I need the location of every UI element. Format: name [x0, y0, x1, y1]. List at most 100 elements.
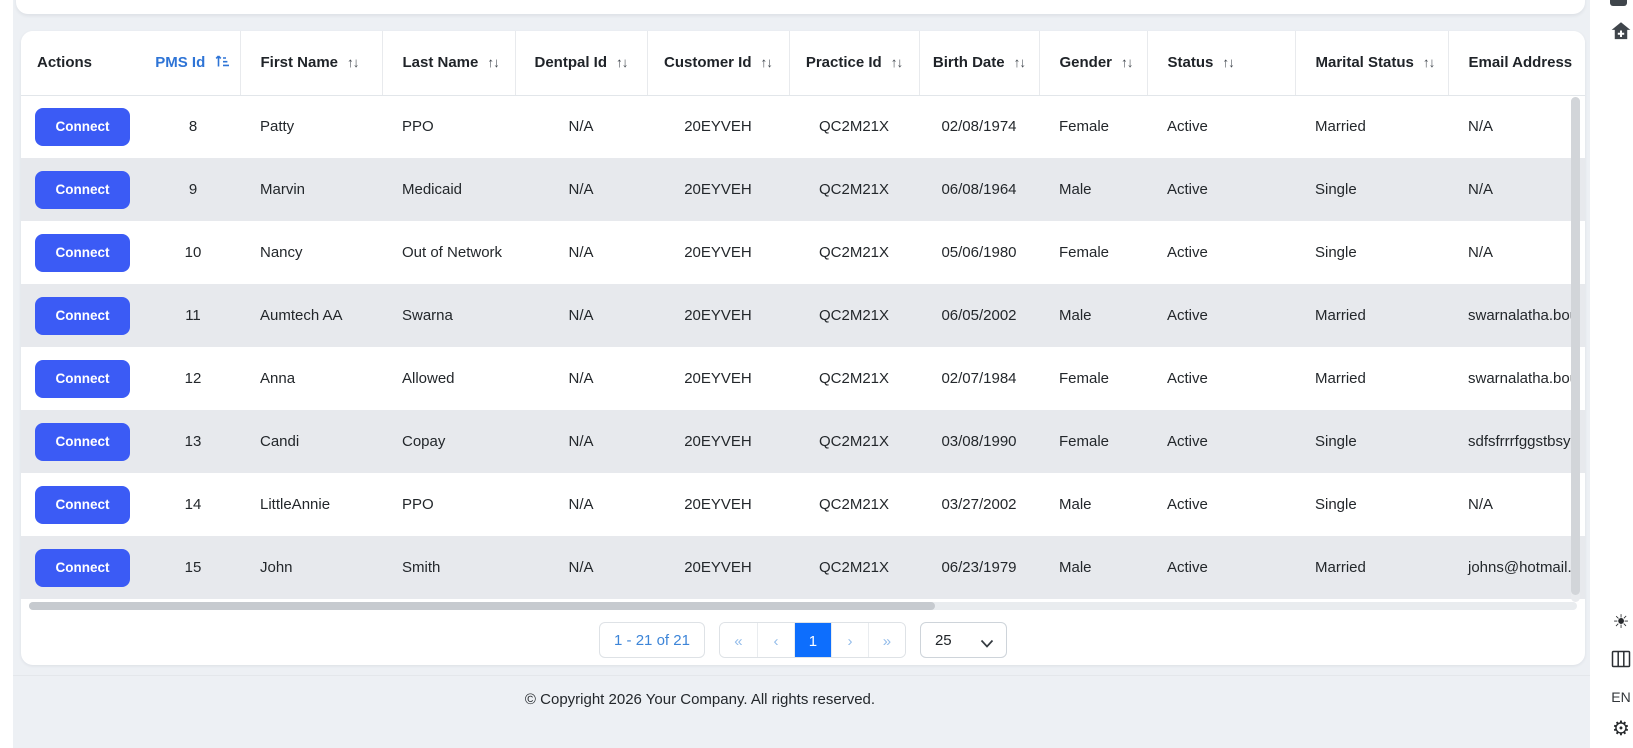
- cell-dentpal-id: N/A: [568, 244, 594, 261]
- cell-last-name: Swarna: [382, 284, 515, 347]
- column-label: Practice Id: [805, 54, 882, 72]
- connect-button[interactable]: Connect: [35, 296, 130, 335]
- cell-gender: Female: [1059, 370, 1110, 387]
- connect-button[interactable]: Connect: [35, 233, 130, 272]
- column-header-birth-date[interactable]: Birth Date ↑↓: [918, 31, 1039, 96]
- cell-customer-id: 20EYVEH: [684, 496, 752, 513]
- cell-first-name: Candi: [240, 410, 382, 473]
- cell-pms-id: 13: [146, 410, 240, 473]
- next-page-button[interactable]: ›: [830, 623, 868, 657]
- column-label: Dentpal Id: [534, 54, 607, 72]
- patients-table: Actions PMS Id First Name ↑↓ Last Name ↑…: [21, 31, 1585, 599]
- connect-button[interactable]: Connect: [35, 107, 130, 146]
- cell-dentpal-id: N/A: [568, 496, 594, 513]
- cell-pms-id: 10: [184, 244, 202, 261]
- cell-marital-status: Married: [1315, 370, 1366, 387]
- column-header-gender[interactable]: Gender ↑↓: [1038, 31, 1147, 96]
- sort-icon[interactable]: ↑↓: [761, 55, 773, 70]
- horizontal-scrollbar-thumb[interactable]: [29, 602, 935, 610]
- page-size-select[interactable]: 25: [919, 622, 1007, 658]
- patients-table-card: Actions PMS Id First Name ↑↓ Last Name ↑…: [21, 31, 1585, 665]
- sort-ascending-active-icon[interactable]: [214, 53, 230, 73]
- page-1-button[interactable]: 1: [793, 623, 831, 657]
- cell-email: N/A: [1448, 158, 1585, 221]
- connect-button[interactable]: Connect: [35, 170, 130, 209]
- chevron-down-icon: [980, 636, 994, 653]
- cell-dentpal-id: N/A: [515, 284, 647, 347]
- cell-first-name: LittleAnnie: [260, 496, 331, 513]
- left-sidebar-rail: [0, 0, 13, 748]
- horizontal-scrollbar[interactable]: [29, 602, 1577, 610]
- cell-status: Active: [1147, 536, 1295, 599]
- cell-gender: Female: [1059, 244, 1110, 261]
- column-header-last-name[interactable]: Last Name ↑↓: [381, 31, 515, 96]
- sort-icon[interactable]: ↑↓: [891, 55, 903, 70]
- partial-device-icon[interactable]: [1610, 0, 1627, 6]
- columns-icon[interactable]: [1606, 650, 1633, 673]
- cell-marital-status: Married: [1295, 536, 1448, 599]
- cell-actions: Connect: [21, 347, 146, 410]
- sort-icon[interactable]: ↑↓: [1014, 55, 1026, 70]
- table-row: Connect 10 Nancy Out of Network N/A 20EY…: [21, 221, 1585, 284]
- cell-gender: Male: [1039, 284, 1147, 347]
- connect-button[interactable]: Connect: [35, 422, 130, 461]
- column-header-status[interactable]: Status ↑↓: [1146, 31, 1295, 96]
- cell-last-name: PPO: [402, 118, 434, 136]
- column-label: Customer Id: [663, 54, 752, 72]
- cell-status: Active: [1147, 410, 1295, 473]
- connect-button[interactable]: Connect: [35, 485, 130, 524]
- cell-practice-id: QC2M21X: [818, 118, 890, 136]
- cell-last-name: PPO: [402, 496, 434, 513]
- cell-pms-id: 8: [188, 118, 198, 136]
- cell-practice-id: QC2M21X: [789, 284, 919, 347]
- cell-actions: Connect: [21, 95, 146, 158]
- first-page-button[interactable]: «: [719, 623, 757, 657]
- column-label: PMS Id: [155, 54, 206, 72]
- column-header-dentpal-id[interactable]: Dentpal Id ↑↓: [514, 31, 647, 96]
- column-header-pms-id[interactable]: PMS Id: [146, 31, 240, 96]
- previous-page-button[interactable]: ‹: [756, 623, 794, 657]
- cell-email: swarnalatha.bou: [1448, 284, 1585, 347]
- connect-button[interactable]: Connect: [35, 359, 130, 398]
- cell-practice-id: QC2M21X: [818, 370, 890, 387]
- column-header-customer-id[interactable]: Customer Id ↑↓: [646, 31, 789, 96]
- column-header-email-address: Email Address: [1447, 31, 1585, 96]
- language-toggle[interactable]: EN: [1606, 689, 1633, 705]
- cell-gender: Male: [1039, 158, 1147, 221]
- cell-email: N/A: [1468, 118, 1494, 136]
- home-add-icon[interactable]: [1606, 20, 1633, 47]
- last-page-button[interactable]: »: [867, 623, 905, 657]
- vertical-scrollbar[interactable]: [1571, 97, 1580, 602]
- cell-birth-date: 05/06/1980: [941, 244, 1017, 261]
- column-label: Actions: [37, 54, 93, 72]
- theme-light-icon[interactable]: ☀: [1606, 613, 1633, 633]
- sort-icon[interactable]: ↑↓: [1121, 55, 1133, 70]
- sort-icon[interactable]: ↑↓: [616, 55, 628, 70]
- column-label: Status: [1167, 54, 1214, 72]
- column-header-first-name[interactable]: First Name ↑↓: [239, 31, 382, 96]
- cell-customer-id: 20EYVEH: [647, 410, 789, 473]
- cell-actions: Connect: [21, 284, 146, 347]
- table-row: Connect 12 Anna Allowed N/A 20EYVEH QC2M…: [21, 347, 1585, 410]
- table-row: Connect 11 Aumtech AA Swarna N/A 20EYVEH…: [21, 284, 1585, 347]
- sort-icon[interactable]: ↑↓: [1423, 55, 1435, 70]
- cell-email: swarnalatha.bou: [1468, 370, 1579, 387]
- cell-last-name: Copay: [382, 410, 515, 473]
- cell-last-name: Medicaid: [382, 158, 515, 221]
- cell-first-name: Patty: [260, 118, 295, 136]
- sort-icon[interactable]: ↑↓: [487, 55, 499, 70]
- cell-first-name: Marvin: [240, 158, 382, 221]
- cell-marital-status: Married: [1295, 284, 1448, 347]
- cell-pms-id: 15: [146, 536, 240, 599]
- sort-icon[interactable]: ↑↓: [347, 55, 359, 70]
- cell-birth-date: 03/27/2002: [941, 496, 1017, 513]
- sort-icon[interactable]: ↑↓: [1222, 55, 1234, 70]
- cell-email: N/A: [1468, 244, 1494, 261]
- cell-gender: Female: [1059, 118, 1110, 136]
- column-header-practice-id[interactable]: Practice Id ↑↓: [788, 31, 919, 96]
- settings-gear-icon[interactable]: ⚙: [1606, 719, 1633, 739]
- connect-button[interactable]: Connect: [35, 548, 130, 587]
- vertical-scrollbar-thumb[interactable]: [1571, 97, 1580, 595]
- column-header-marital-status[interactable]: Marital Status ↑↓: [1294, 31, 1448, 96]
- cell-marital-status: Single: [1315, 496, 1357, 513]
